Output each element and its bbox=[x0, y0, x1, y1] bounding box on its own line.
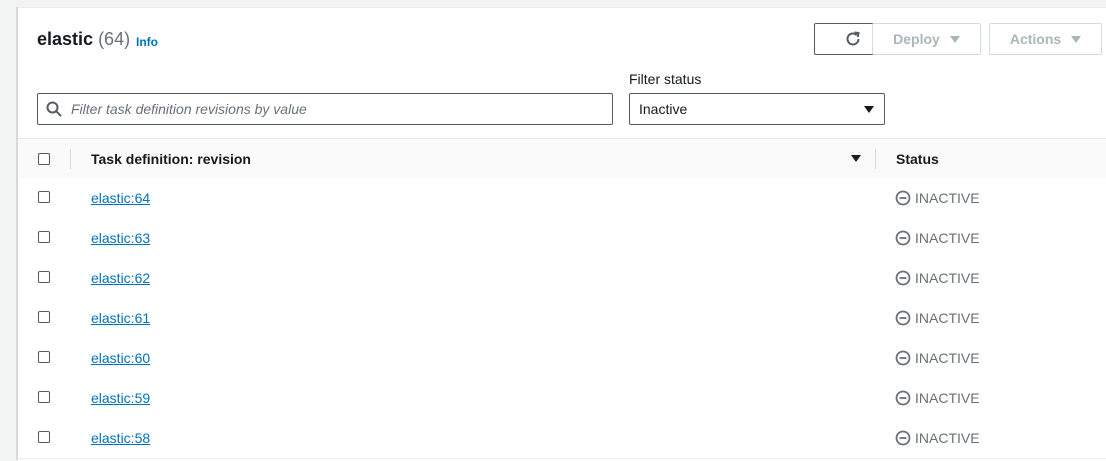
status-text: INACTIVE bbox=[915, 190, 980, 206]
refresh-icon bbox=[846, 31, 860, 46]
status-text: INACTIVE bbox=[915, 310, 980, 326]
row-checkbox[interactable] bbox=[38, 271, 50, 283]
table-header: Task definition: revision Status bbox=[18, 138, 1106, 180]
status-cell: INACTIVE bbox=[895, 430, 980, 446]
search-input[interactable]: Filter task definition revisions by valu… bbox=[37, 93, 613, 125]
select-all-checkbox[interactable] bbox=[38, 153, 50, 165]
status-text: INACTIVE bbox=[915, 430, 980, 446]
caret-down-icon bbox=[1071, 35, 1082, 43]
table-row: elastic:59 INACTIVE bbox=[18, 378, 1106, 419]
status-text: INACTIVE bbox=[915, 230, 980, 246]
revision-link[interactable]: elastic:60 bbox=[91, 350, 150, 366]
status-cell: INACTIVE bbox=[895, 350, 980, 366]
caret-down-icon bbox=[864, 106, 874, 113]
revision-link[interactable]: elastic:63 bbox=[91, 230, 150, 246]
column-separator bbox=[875, 149, 876, 169]
deploy-label: Deploy bbox=[893, 31, 940, 47]
inactive-status-icon bbox=[895, 350, 911, 366]
status-text: INACTIVE bbox=[915, 270, 980, 286]
title-text: elastic bbox=[37, 29, 94, 49]
search-icon bbox=[46, 101, 62, 117]
status-text: INACTIVE bbox=[915, 390, 980, 406]
inactive-status-icon bbox=[895, 310, 911, 326]
revision-link[interactable]: elastic:62 bbox=[91, 270, 150, 286]
row-checkbox[interactable] bbox=[38, 231, 50, 243]
revision-link[interactable]: elastic:59 bbox=[91, 390, 150, 406]
row-checkbox[interactable] bbox=[38, 311, 50, 323]
status-cell: INACTIVE bbox=[895, 190, 980, 206]
revision-count: (64) bbox=[98, 29, 131, 49]
page-title: elastic (64) bbox=[37, 28, 130, 50]
row-checkbox[interactable] bbox=[38, 391, 50, 403]
task-definition-revisions-panel: elastic (64) Info Deploy Actions Filter … bbox=[18, 7, 1106, 461]
row-checkbox[interactable] bbox=[38, 191, 50, 203]
inactive-status-icon bbox=[895, 270, 911, 286]
caret-down-icon bbox=[949, 35, 960, 43]
deploy-button[interactable]: Deploy bbox=[872, 23, 981, 55]
status-cell: INACTIVE bbox=[895, 390, 980, 406]
search-placeholder: Filter task definition revisions by valu… bbox=[71, 101, 307, 117]
status-cell: INACTIVE bbox=[895, 230, 980, 246]
actions-label: Actions bbox=[1009, 31, 1062, 47]
row-checkbox[interactable] bbox=[38, 351, 50, 363]
inactive-status-icon bbox=[895, 230, 911, 246]
column-header-revision[interactable]: Task definition: revision bbox=[91, 151, 251, 167]
status-text: INACTIVE bbox=[915, 350, 980, 366]
status-cell: INACTIVE bbox=[895, 270, 980, 286]
inactive-status-icon bbox=[895, 390, 911, 406]
column-separator bbox=[70, 149, 71, 169]
filter-status-value: Inactive bbox=[639, 101, 688, 117]
column-header-status[interactable]: Status bbox=[896, 151, 939, 167]
revision-link[interactable]: elastic:58 bbox=[91, 430, 150, 446]
table-row: elastic:64 INACTIVE bbox=[18, 178, 1106, 219]
status-cell: INACTIVE bbox=[895, 310, 980, 326]
filter-status-label: Filter status bbox=[629, 71, 702, 87]
filter-status-select[interactable]: Inactive bbox=[629, 93, 885, 125]
table-row: elastic:62 INACTIVE bbox=[18, 258, 1106, 299]
revision-link[interactable]: elastic:64 bbox=[91, 190, 150, 206]
actions-button[interactable]: Actions bbox=[989, 23, 1102, 55]
top-strip bbox=[0, 0, 1106, 7]
info-link[interactable]: Info bbox=[136, 35, 158, 49]
table-row: elastic:63 INACTIVE bbox=[18, 218, 1106, 259]
row-checkbox[interactable] bbox=[38, 431, 50, 443]
inactive-status-icon bbox=[895, 190, 911, 206]
inactive-status-icon bbox=[895, 430, 911, 446]
table-row: elastic:61 INACTIVE bbox=[18, 298, 1106, 339]
sort-descending-icon[interactable] bbox=[851, 155, 861, 162]
table-row: elastic:60 INACTIVE bbox=[18, 338, 1106, 379]
revision-link[interactable]: elastic:61 bbox=[91, 310, 150, 326]
table-row: elastic:58 INACTIVE bbox=[18, 418, 1106, 459]
